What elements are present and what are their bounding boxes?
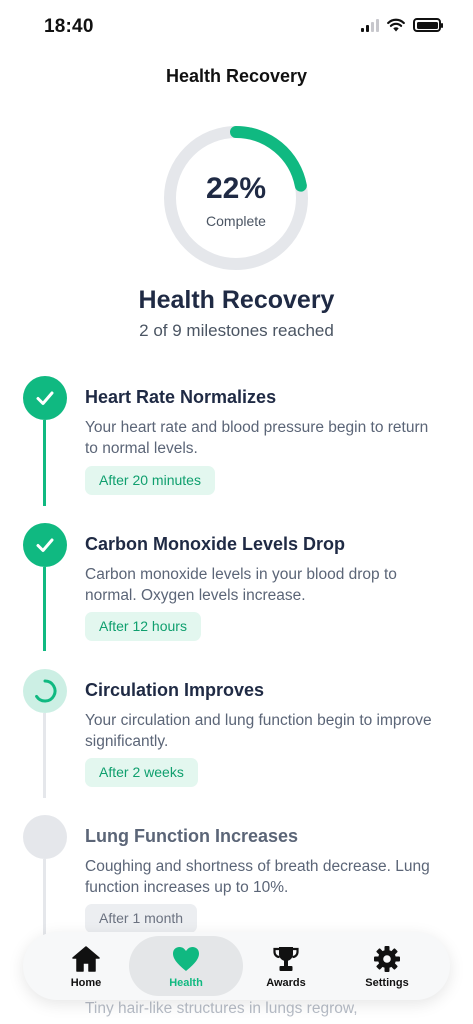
milestone-description-partial: Tiny hair-like structures in lungs regro… [85,1000,358,1017]
milestone-title: Carbon Monoxide Levels Drop [85,534,346,554]
page-title: Health Recovery [138,286,335,314]
status-time: 18:40 [44,16,94,37]
cellular-signal-icon [361,18,379,32]
heart-icon [170,944,202,974]
tab-bar: Home Health Awards Settings [23,932,450,1000]
timeline-connector [43,713,46,798]
nav-title: Health Recovery [165,66,308,86]
tab-health[interactable]: Health [129,936,243,996]
milestone-status-in-progress [23,669,67,713]
checkmark-icon [36,391,54,405]
progress-percent: 22% [205,172,267,205]
tab-label: Home [70,976,102,989]
wifi-icon [387,18,405,32]
checkmark-icon [36,538,54,552]
status-bar: 18:40 [0,0,473,54]
milestone-time-badge: After 2 weeks [85,758,198,787]
milestone-title: Heart Rate Normalizes [85,387,277,407]
tab-label: Health [169,976,203,989]
milestone-status-done [23,376,67,420]
milestone-description: Your circulation and lung function begin… [85,712,432,750]
milestone-title: Circulation Improves [85,680,265,700]
milestone-time-badge: After 12 hours [85,612,201,641]
milestone-description: Carbon monoxide levels in your blood dro… [85,566,397,604]
tab-home[interactable]: Home [29,936,143,996]
tab-label: Awards [266,976,306,989]
milestone-description: Your heart rate and blood pressure begin… [85,419,429,457]
milestone-status-done [23,523,67,567]
loading-spinner-icon [35,679,57,703]
gear-icon [371,944,403,974]
timeline-connector [43,420,46,506]
timeline-connector [43,567,46,651]
milestone-time-badge: After 20 minutes [85,466,215,495]
progress-ring: 22% Complete [162,124,310,272]
milestone-status-locked [23,815,67,859]
milestones-summary: 2 of 9 milestones reached [139,321,334,340]
tab-awards[interactable]: Awards [229,936,343,996]
status-icons [361,18,443,32]
tab-settings[interactable]: Settings [330,936,444,996]
house-icon [70,944,102,974]
tab-label: Settings [365,976,409,989]
milestone-description: Coughing and shortness of breath decreas… [85,858,430,896]
battery-icon [413,18,443,32]
progress-caption: Complete [206,213,266,229]
milestone-time-badge: After 1 month [85,904,198,933]
trophy-icon [270,944,302,974]
milestone-title: Lung Function Increases [85,826,299,846]
